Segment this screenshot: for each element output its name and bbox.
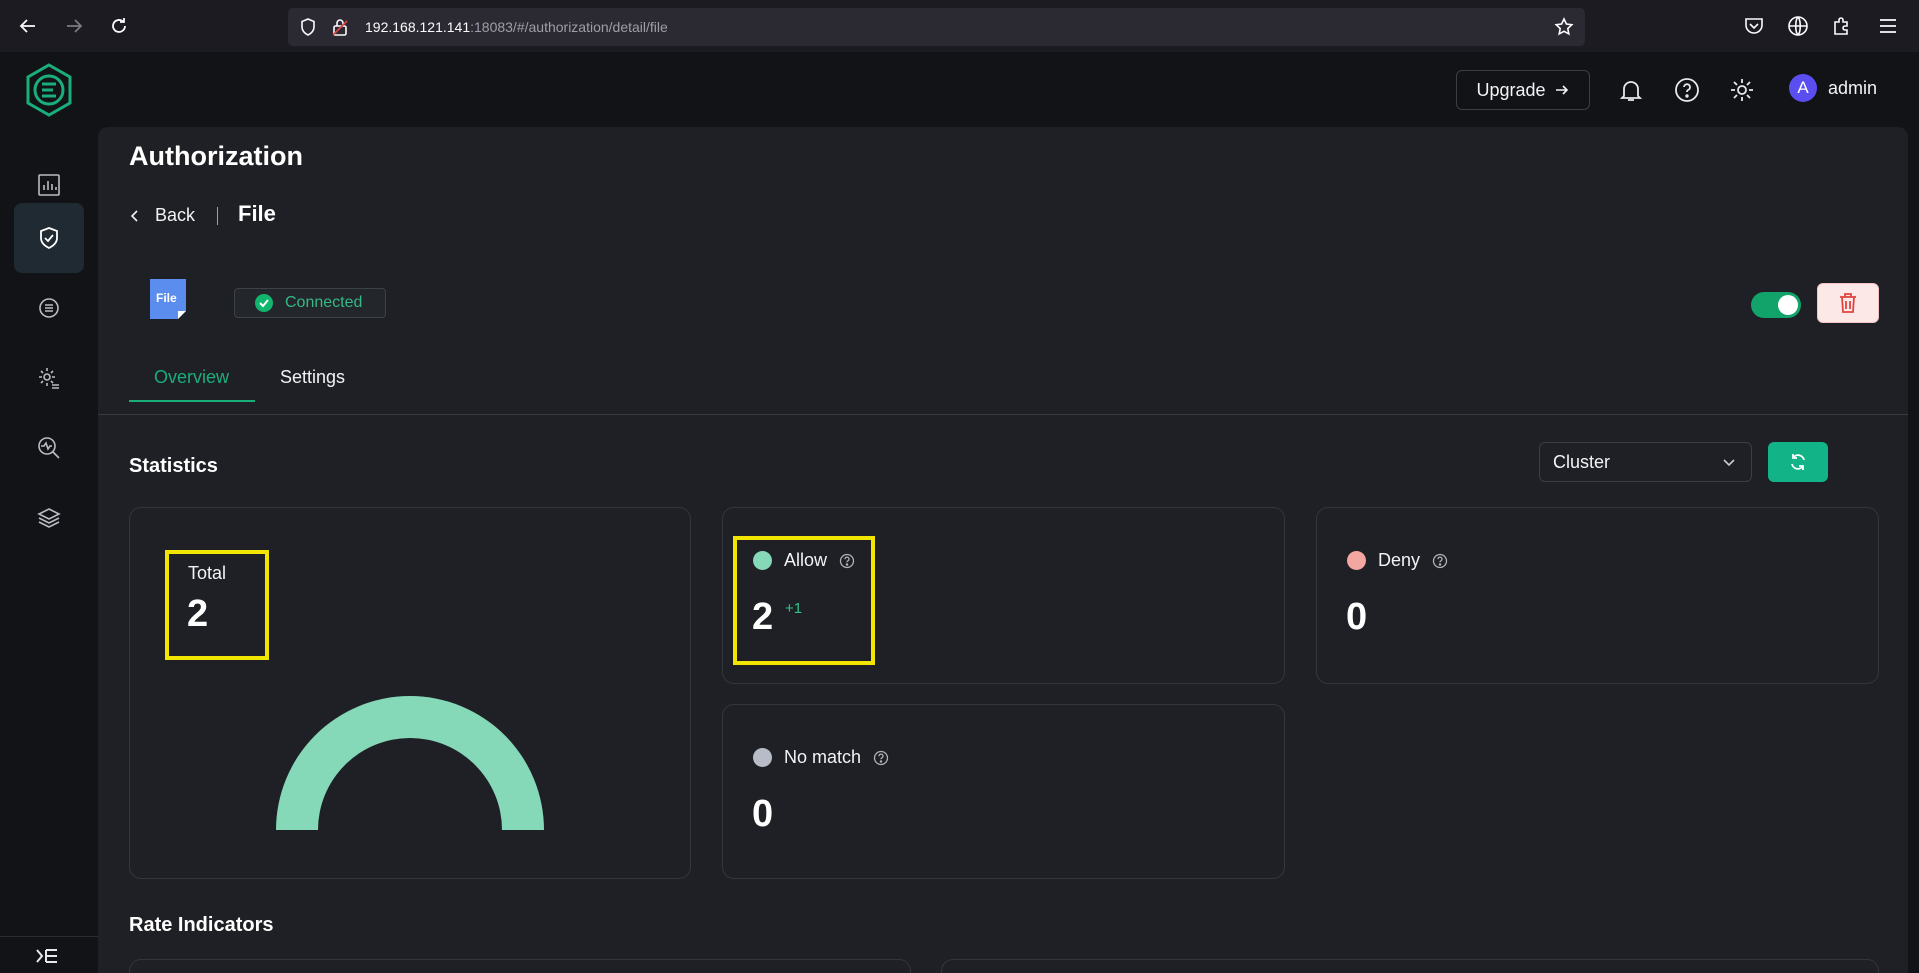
sidebar-item-extensions[interactable] — [14, 483, 84, 553]
gear-list-icon — [39, 368, 59, 389]
page-title: Authorization — [129, 141, 303, 171]
trash-icon — [1840, 293, 1856, 313]
allow-label-group: Allow — [753, 550, 855, 571]
tab-overview[interactable]: Overview — [154, 367, 229, 388]
no-match-dot — [753, 748, 772, 767]
check-circle-icon — [255, 294, 273, 312]
no-match-label: No match — [784, 747, 862, 767]
allow-delta: +1 — [785, 600, 803, 617]
deny-label: Deny — [1378, 550, 1421, 570]
top-bar: Upgrade A admin — [98, 52, 1919, 127]
deny-label-group: Deny — [1347, 550, 1448, 571]
tab-settings[interactable]: Settings — [280, 367, 345, 388]
help-icon[interactable] — [839, 553, 855, 569]
deny-value: 0 — [1346, 596, 1368, 638]
enable-toggle[interactable] — [1751, 292, 1801, 318]
bell-icon[interactable] — [1617, 76, 1645, 104]
chevron-down-icon — [1723, 459, 1735, 467]
arrow-right-icon — [1555, 85, 1568, 95]
back-button[interactable]: Back — [129, 205, 195, 226]
sidebar-item-integration[interactable] — [14, 273, 84, 343]
allow-dot — [753, 551, 772, 570]
refresh-button[interactable] — [1768, 442, 1828, 482]
statistics-title: Statistics — [129, 455, 218, 477]
data-integration-icon — [39, 298, 59, 318]
active-tab-indicator — [129, 400, 255, 402]
breadcrumb-current: File — [238, 201, 276, 226]
total-card: Total 2 — [129, 507, 691, 879]
monitor-search-icon — [38, 437, 60, 459]
status-text: Connected — [285, 294, 363, 311]
total-gauge — [276, 696, 544, 830]
total-value: 2 — [187, 593, 209, 635]
rate-card-left — [129, 959, 911, 973]
avatar[interactable]: A — [1789, 74, 1817, 102]
emqx-logo-icon[interactable] — [24, 63, 74, 117]
tabs: Overview Settings — [129, 367, 1908, 403]
bookmark-star-icon[interactable] — [1554, 17, 1574, 37]
url-text: 192.168.121.141:18083/#/authorization/de… — [365, 19, 668, 35]
tabs-divider — [98, 414, 1908, 415]
dashboard-chart-icon — [38, 174, 60, 196]
scope-select[interactable]: Cluster — [1539, 442, 1752, 482]
status-badge: Connected — [234, 288, 386, 318]
pocket-icon[interactable] — [1742, 14, 1766, 38]
username[interactable]: admin — [1828, 78, 1877, 99]
deny-card: Deny 0 — [1316, 507, 1879, 684]
upgrade-button[interactable]: Upgrade — [1456, 70, 1590, 110]
deny-dot — [1347, 551, 1366, 570]
app: Upgrade A admin Authorization Back File … — [0, 52, 1919, 973]
insecure-lock-icon[interactable] — [330, 17, 350, 37]
layers-icon — [37, 508, 61, 528]
allow-value: 2 — [752, 596, 774, 638]
shield-check-icon — [40, 227, 58, 250]
sidebar-item-diagnose[interactable] — [14, 413, 84, 483]
reload-icon[interactable] — [103, 10, 135, 42]
main-content: Authorization Back File File Connected O… — [98, 127, 1908, 973]
allow-label: Allow — [784, 550, 828, 570]
refresh-icon — [1791, 454, 1805, 470]
upgrade-label: Upgrade — [1476, 79, 1546, 100]
total-label: Total — [188, 563, 227, 583]
sidebar-divider — [0, 936, 98, 937]
no-match-card: No match 0 — [722, 704, 1285, 879]
back-arrow-icon[interactable] — [12, 10, 44, 42]
file-logo-text: File — [156, 291, 177, 305]
help-icon[interactable] — [1432, 553, 1448, 569]
sidebar — [0, 52, 98, 973]
sidebar-item-management[interactable] — [14, 343, 84, 413]
file-source-logo: File — [150, 279, 186, 319]
settings-gear-icon[interactable] — [1728, 76, 1756, 104]
gauge-arc-allow — [276, 696, 544, 830]
address-bar[interactable]: 192.168.121.141:18083/#/authorization/de… — [288, 8, 1585, 46]
rate-card-right — [941, 959, 1879, 973]
breadcrumb-divider — [217, 207, 218, 225]
browser-toolbar: 192.168.121.141:18083/#/authorization/de… — [0, 0, 1919, 52]
help-circle-icon[interactable] — [1673, 76, 1701, 104]
rate-indicators-title: Rate Indicators — [129, 914, 274, 936]
no-match-label-group: No match — [753, 747, 889, 768]
forward-arrow-icon[interactable] — [58, 10, 90, 42]
sidebar-item-access-control[interactable] — [14, 203, 84, 273]
allow-card: Allow 2 +1 — [722, 507, 1285, 684]
no-match-value: 0 — [752, 793, 774, 835]
url-host: 192.168.121.141 — [365, 19, 471, 35]
help-icon[interactable] — [873, 750, 889, 766]
shield-icon[interactable] — [298, 17, 318, 37]
extension-globe-icon[interactable] — [1786, 14, 1810, 38]
back-label: Back — [155, 205, 196, 225]
extensions-puzzle-icon[interactable] — [1830, 14, 1854, 38]
menu-icon[interactable] — [1876, 14, 1900, 38]
delete-button[interactable] — [1817, 283, 1879, 323]
collapse-sidebar-icon[interactable] — [33, 942, 61, 970]
scope-selected-value: Cluster — [1553, 451, 1611, 472]
toggle-knob — [1778, 295, 1798, 315]
url-path: :18083/#/authorization/detail/file — [470, 19, 668, 35]
chevron-left-icon — [130, 209, 138, 222]
